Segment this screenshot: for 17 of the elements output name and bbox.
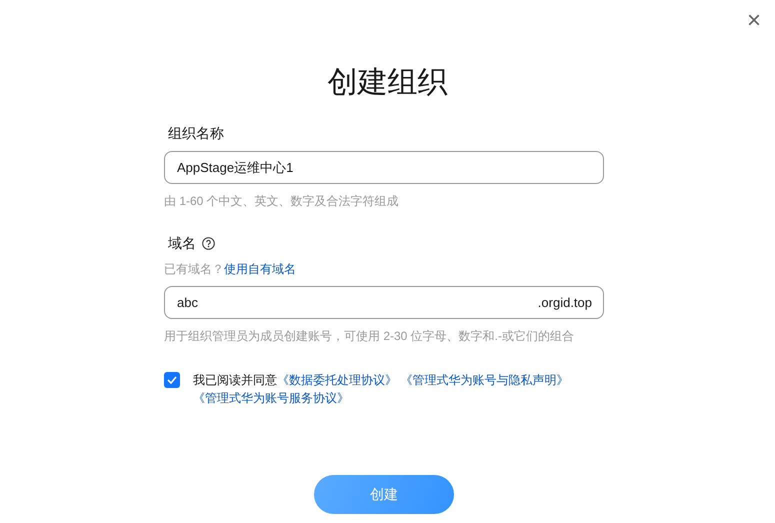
check-icon xyxy=(167,376,177,384)
agreement-link[interactable]: 《数据委托处理协议》 xyxy=(277,373,397,387)
domain-suffix: .orgid.top xyxy=(538,294,592,311)
org-name-field[interactable]: AppStage运维中心1 xyxy=(164,151,604,184)
dialog-title: 创建组织 xyxy=(326,65,448,101)
agreement-link[interactable]: 《管理式华为账号与隐私声明》 xyxy=(400,373,568,387)
agreement-link[interactable]: 《管理式华为账号服务协议》 xyxy=(193,391,349,405)
field-hint: 由 1-60 个中文、英文、数字及合法字符组成 xyxy=(164,193,400,210)
close-button[interactable]: × xyxy=(746,10,761,32)
field-label: 域名 xyxy=(168,234,196,253)
agreement-text: 我已阅读并同意《数据委托处理协议》 《管理式华为账号与隐私声明》 《管理式华为账号服务协议》 xyxy=(193,372,570,407)
prompt-text: 已有域名？ xyxy=(164,261,224,278)
field-label: 组织名称 xyxy=(168,124,224,143)
agreement-checkbox[interactable] xyxy=(164,372,180,388)
help-icon[interactable] xyxy=(202,236,215,250)
own-domain-link[interactable]: 使用自有域名 xyxy=(224,260,296,278)
field-hint: 用于组织管理员为成员创建账号，可使用 2-30 位字母、数字和.-或它们的组合 xyxy=(164,328,576,345)
